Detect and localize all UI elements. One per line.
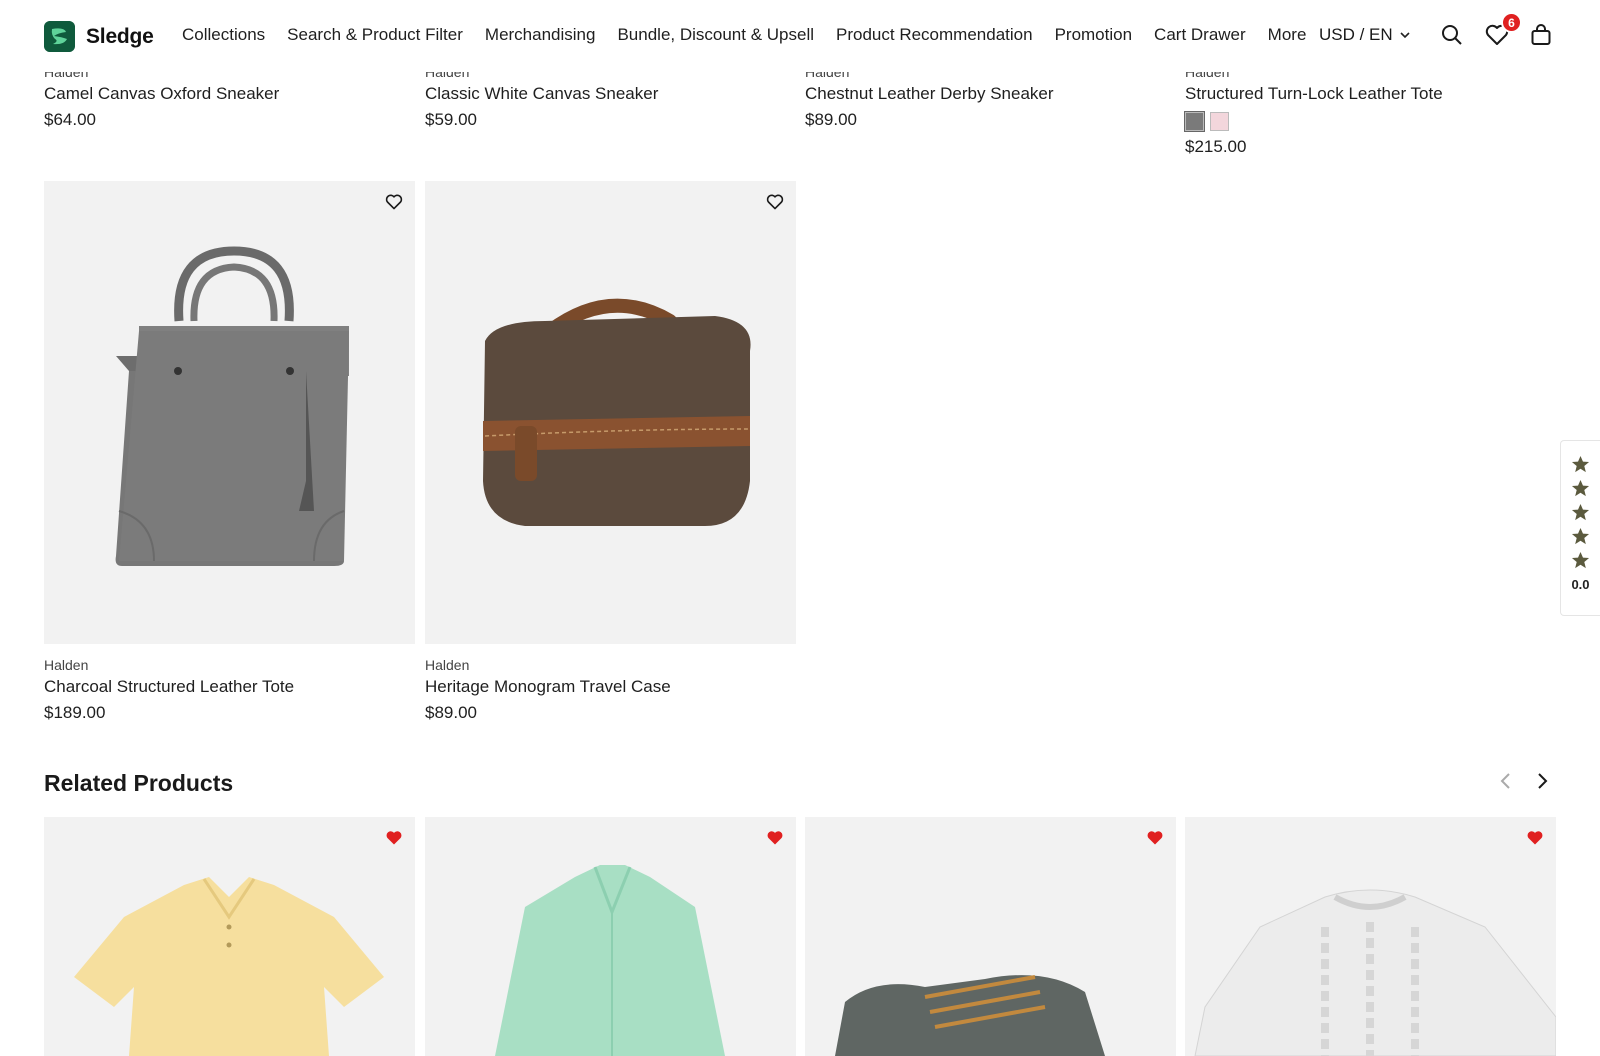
product-title[interactable]: Classic White Canvas Sneaker: [425, 84, 658, 104]
product-card-info[interactable]: Halden Charcoal Structured Leather Tote …: [44, 657, 415, 723]
product-title[interactable]: Heritage Monogram Travel Case: [425, 677, 796, 697]
polo-shirt-image: [74, 877, 384, 1056]
star-icon: [1571, 455, 1590, 473]
reviews-side-tab[interactable]: 0.0: [1560, 440, 1600, 616]
wishlist-heart-filled-icon[interactable]: [1526, 830, 1544, 846]
product-card-info[interactable]: Halden Classic White Canvas Sneaker $59.…: [425, 64, 658, 130]
product-price: $59.00: [425, 110, 477, 129]
nav-more[interactable]: More: [1268, 25, 1307, 45]
product-card-info[interactable]: Halden Camel Canvas Oxford Sneaker $64.0…: [44, 64, 279, 130]
cable-knit-sweater-image: [1194, 889, 1556, 1056]
related-product-card[interactable]: [1185, 817, 1556, 1056]
star-icon: [1571, 503, 1590, 521]
product-title[interactable]: Chestnut Leather Derby Sneaker: [805, 84, 1054, 104]
wishlist-heart-icon[interactable]: [766, 194, 784, 210]
related-product-card[interactable]: [425, 817, 796, 1056]
product-brand: Halden: [425, 657, 470, 673]
product-image-charcoal-tote[interactable]: [44, 181, 415, 644]
wishlist-heart-filled-icon[interactable]: [1146, 830, 1164, 846]
wishlist-heart-filled-icon[interactable]: [385, 830, 403, 846]
star-icon: [1571, 527, 1590, 545]
wishlist-heart-filled-icon[interactable]: [766, 830, 784, 846]
product-brand: Halden: [44, 657, 89, 673]
product-title[interactable]: Structured Turn-Lock Leather Tote: [1185, 84, 1443, 104]
travel-case-image: [483, 298, 751, 526]
product-title[interactable]: Camel Canvas Oxford Sneaker: [44, 84, 279, 104]
nav-search-product-filter[interactable]: Search & Product Filter: [287, 25, 463, 45]
related-product-card[interactable]: [44, 817, 415, 1056]
nav-bundle-discount-upsell[interactable]: Bundle, Discount & Upsell: [617, 25, 814, 45]
currency-label: USD / EN: [1319, 25, 1393, 44]
grey-sneaker-image: [835, 975, 1105, 1056]
product-card-info[interactable]: Halden Chestnut Leather Derby Sneaker $8…: [805, 64, 1054, 130]
tote-bag-image: [115, 246, 349, 566]
carousel-next-arrow-icon[interactable]: [1534, 772, 1550, 790]
nav-merchandising[interactable]: Merchandising: [485, 25, 596, 45]
wishlist-count-badge: 6: [1501, 12, 1522, 33]
star-icon: [1571, 551, 1590, 569]
product-title[interactable]: Charcoal Structured Leather Tote: [44, 677, 415, 697]
nav-cart-drawer[interactable]: Cart Drawer: [1154, 25, 1246, 45]
nav-collections[interactable]: Collections: [182, 25, 265, 45]
product-card-info[interactable]: Halden Heritage Monogram Travel Case $89…: [425, 657, 796, 723]
carousel-prev-arrow-icon[interactable]: [1498, 772, 1514, 790]
site-header: Sledge Collections Search & Product Filt…: [0, 0, 1600, 72]
rating-value: 0.0: [1571, 577, 1590, 592]
nav-promotion[interactable]: Promotion: [1055, 25, 1132, 45]
nav-product-recommendation[interactable]: Product Recommendation: [836, 25, 1033, 45]
star-icon: [1571, 479, 1590, 497]
product-price: $89.00: [805, 110, 857, 129]
chevron-down-icon: [1400, 32, 1410, 39]
product-price: $215.00: [1185, 137, 1247, 156]
swatch-pink[interactable]: [1210, 112, 1229, 131]
currency-selector[interactable]: USD / EN: [1319, 25, 1411, 45]
related-product-card[interactable]: [805, 817, 1176, 1056]
color-swatches: [1184, 111, 1443, 132]
product-image-monogram-case[interactable]: [425, 181, 796, 644]
product-price: $189.00: [44, 703, 106, 722]
mint-shirt-image: [495, 865, 725, 1056]
related-products-heading: Related Products: [44, 770, 234, 796]
product-price: $89.00: [425, 703, 477, 722]
logo-icon: [44, 21, 75, 52]
wishlist-heart-icon[interactable]: [385, 194, 403, 210]
logo[interactable]: Sledge: [44, 21, 154, 52]
product-price: $64.00: [44, 110, 96, 129]
logo-text: Sledge: [86, 24, 154, 48]
swatch-grey[interactable]: [1184, 111, 1205, 132]
product-card-info[interactable]: Halden Structured Turn-Lock Leather Tote…: [1184, 64, 1443, 157]
shopping-bag-icon[interactable]: [1530, 24, 1552, 46]
main-nav: Collections Search & Product Filter Merc…: [182, 25, 1328, 45]
search-icon[interactable]: [1441, 24, 1463, 46]
